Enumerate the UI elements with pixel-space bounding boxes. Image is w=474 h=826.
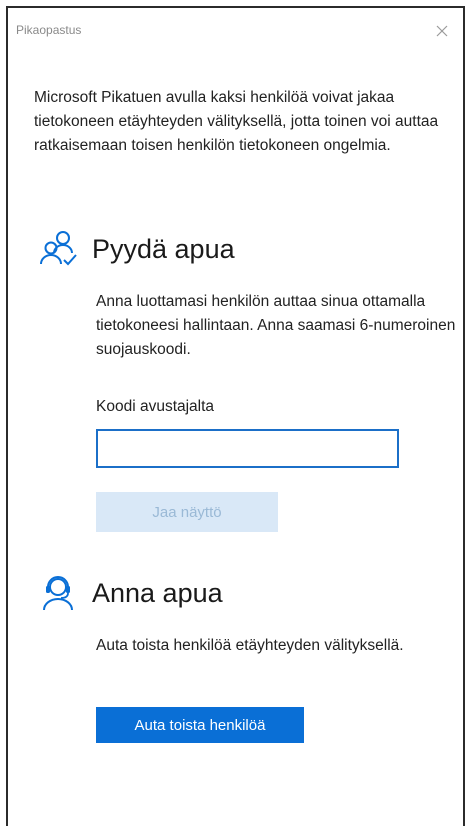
helper-code-input[interactable] xyxy=(96,429,399,468)
close-icon xyxy=(436,25,448,37)
share-screen-button[interactable]: Jaa näyttö xyxy=(96,492,278,532)
support-person-headset-icon xyxy=(43,576,73,611)
title-bar: Pikaopastus xyxy=(8,8,463,52)
give-help-header: Anna apua xyxy=(38,573,223,613)
give-help-title: Anna apua xyxy=(92,577,223,608)
get-help-title: Pyydä apua xyxy=(92,233,235,264)
code-field-label: Koodi avustajalta xyxy=(96,398,215,415)
close-button[interactable] xyxy=(429,18,455,44)
help-another-person-button[interactable]: Auta toista henkilöä xyxy=(96,707,304,743)
get-help-header: Pyydä apua xyxy=(38,229,235,269)
window-title: Pikaopastus xyxy=(16,23,82,37)
intro-text: Microsoft Pikatuen avulla kaksi henkilöä… xyxy=(34,89,439,154)
people-request-icon xyxy=(40,231,77,266)
quick-assist-window: Pikaopastus Microsoft Pikatuen avulla ka… xyxy=(6,6,465,826)
give-help-description: Auta toista henkilöä etäyhteyden välityk… xyxy=(96,637,404,654)
get-help-description: Anna luottamasi henkilön auttaa sinua ot… xyxy=(96,293,456,358)
